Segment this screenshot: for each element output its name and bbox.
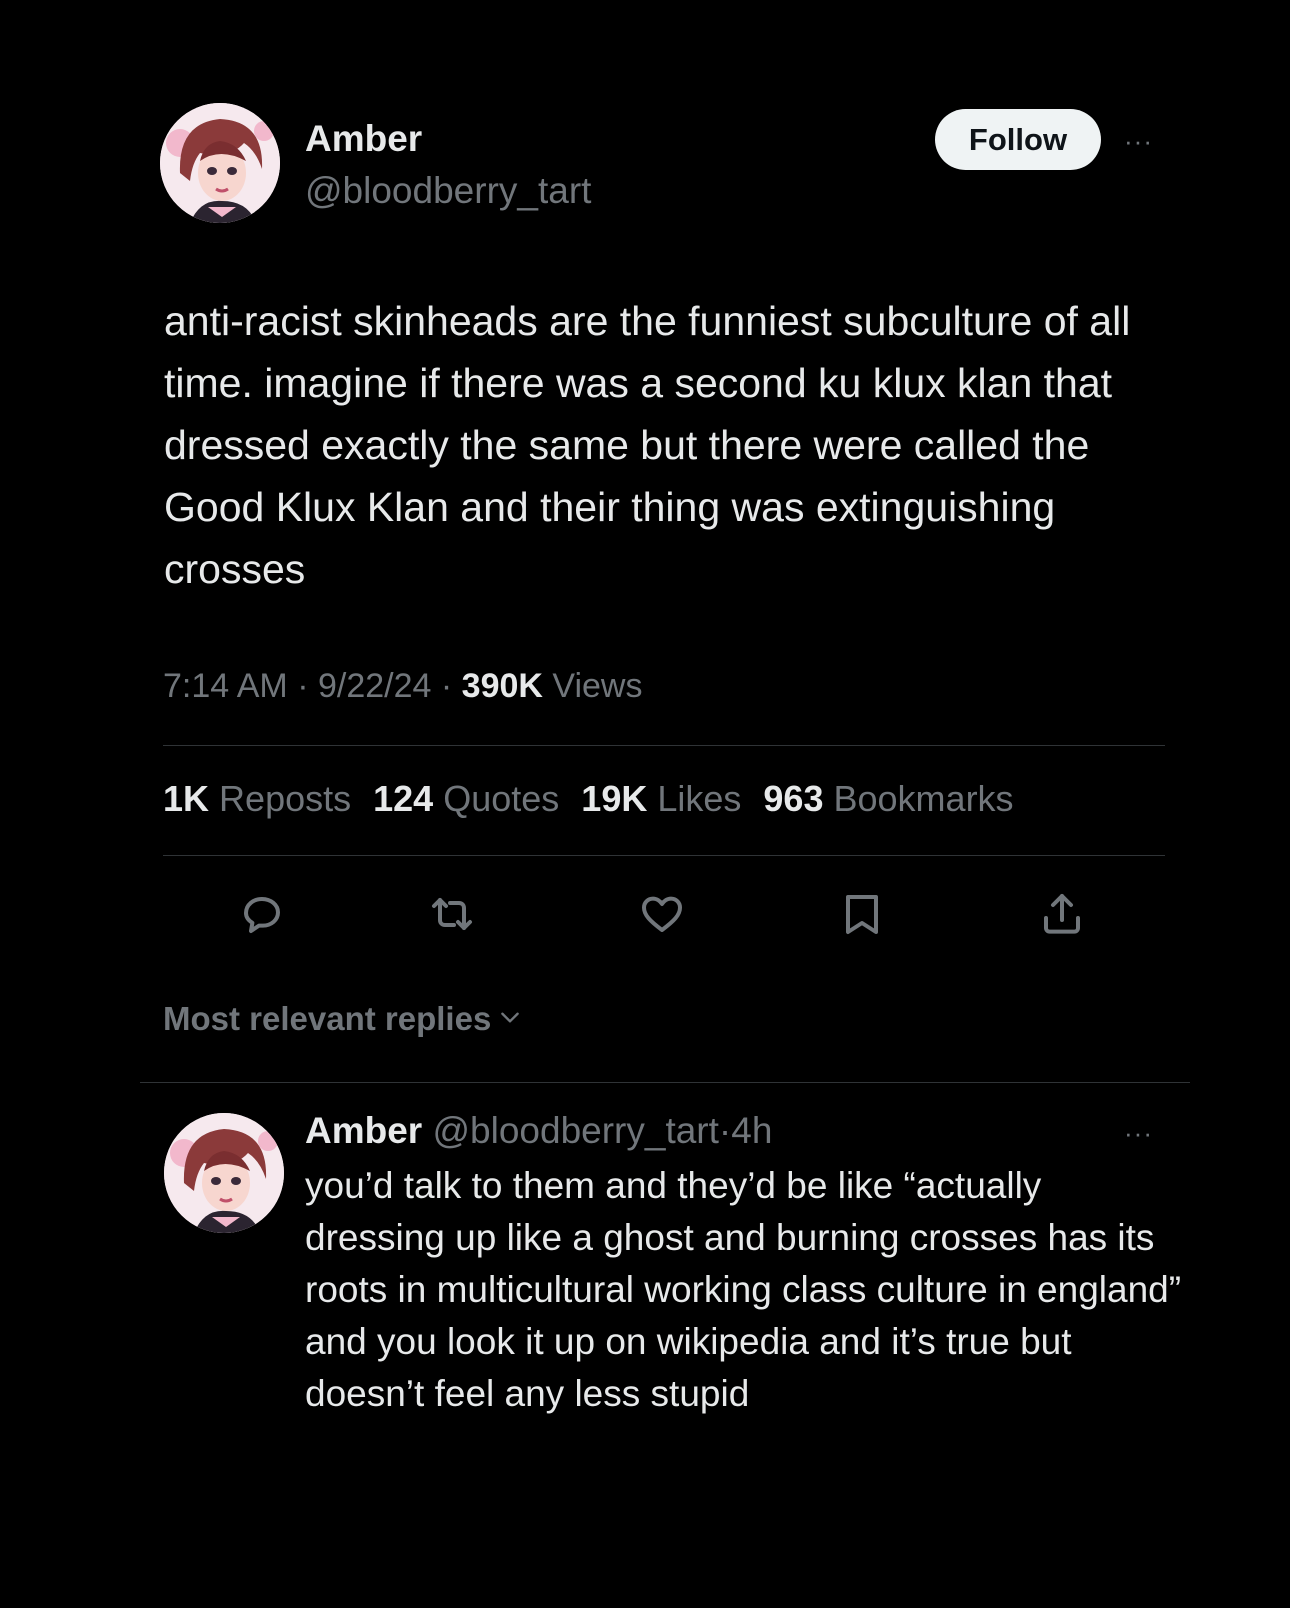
avatar[interactable]	[160, 103, 280, 223]
tweet-time[interactable]: 7:14 AM	[163, 667, 288, 705]
divider	[140, 1082, 1190, 1083]
engagement-stats: 1K Reposts 124 Quotes 19K Likes 963 Book…	[163, 778, 1014, 820]
stat-bookmarks[interactable]: 963 Bookmarks	[763, 778, 1013, 820]
stat-label: Likes	[657, 778, 742, 819]
stat-label: Bookmarks	[833, 778, 1014, 819]
author-name[interactable]: Amber	[305, 118, 422, 160]
follow-button[interactable]: Follow	[935, 109, 1101, 170]
views-label: Views	[552, 667, 643, 705]
stat-count: 19K	[581, 778, 648, 819]
stat-count: 1K	[163, 778, 210, 819]
share-icon[interactable]	[1038, 890, 1086, 938]
author-handle[interactable]: @bloodberry_tart	[305, 170, 591, 212]
tweet-date[interactable]: 9/22/24	[318, 667, 431, 705]
stat-label: Reposts	[219, 778, 352, 819]
stat-likes[interactable]: 19K Likes	[581, 778, 741, 820]
avatar-illustration	[160, 103, 280, 223]
tweet-text: anti-racist skinheads are the funniest s…	[164, 298, 1131, 592]
chevron-down-icon	[497, 1000, 523, 1038]
reply-author-name[interactable]: Amber	[305, 1110, 422, 1151]
bookmark-icon[interactable]	[838, 890, 886, 938]
stat-count: 963	[763, 778, 824, 819]
heart-icon[interactable]	[638, 890, 686, 938]
reply-separator: ·	[718, 1110, 732, 1151]
meta-separator: ·	[440, 667, 453, 705]
divider	[163, 745, 1165, 746]
repost-icon[interactable]	[428, 890, 476, 938]
meta-separator: ·	[297, 667, 309, 705]
avatar-illustration	[164, 1113, 284, 1233]
more-options-icon[interactable]: ···	[1124, 128, 1153, 154]
reply-icon[interactable]	[238, 890, 286, 938]
tweet-meta: 7:14 AM · 9/22/24 · 390K Views	[163, 667, 643, 706]
reply-text: you’d talk to them and they’d be like “a…	[305, 1165, 1182, 1414]
stat-count: 124	[373, 778, 434, 819]
replies-sort-label: Most relevant replies	[163, 1000, 492, 1037]
replies-sort-dropdown[interactable]: Most relevant replies	[163, 1000, 523, 1038]
divider	[163, 855, 1165, 856]
stat-label: Quotes	[443, 778, 560, 819]
stat-reposts[interactable]: 1K Reposts	[163, 778, 351, 820]
views-count: 390K	[461, 667, 543, 705]
reply-time[interactable]: 4h	[731, 1110, 772, 1151]
reply-avatar[interactable]	[164, 1113, 284, 1233]
reply-header: Amber @bloodberry_tart·4h	[305, 1110, 772, 1152]
reply-more-options-icon[interactable]: ···	[1124, 1120, 1153, 1146]
stat-quotes[interactable]: 124 Quotes	[373, 778, 559, 820]
reply-author-handle[interactable]: @bloodberry_tart	[432, 1110, 718, 1151]
